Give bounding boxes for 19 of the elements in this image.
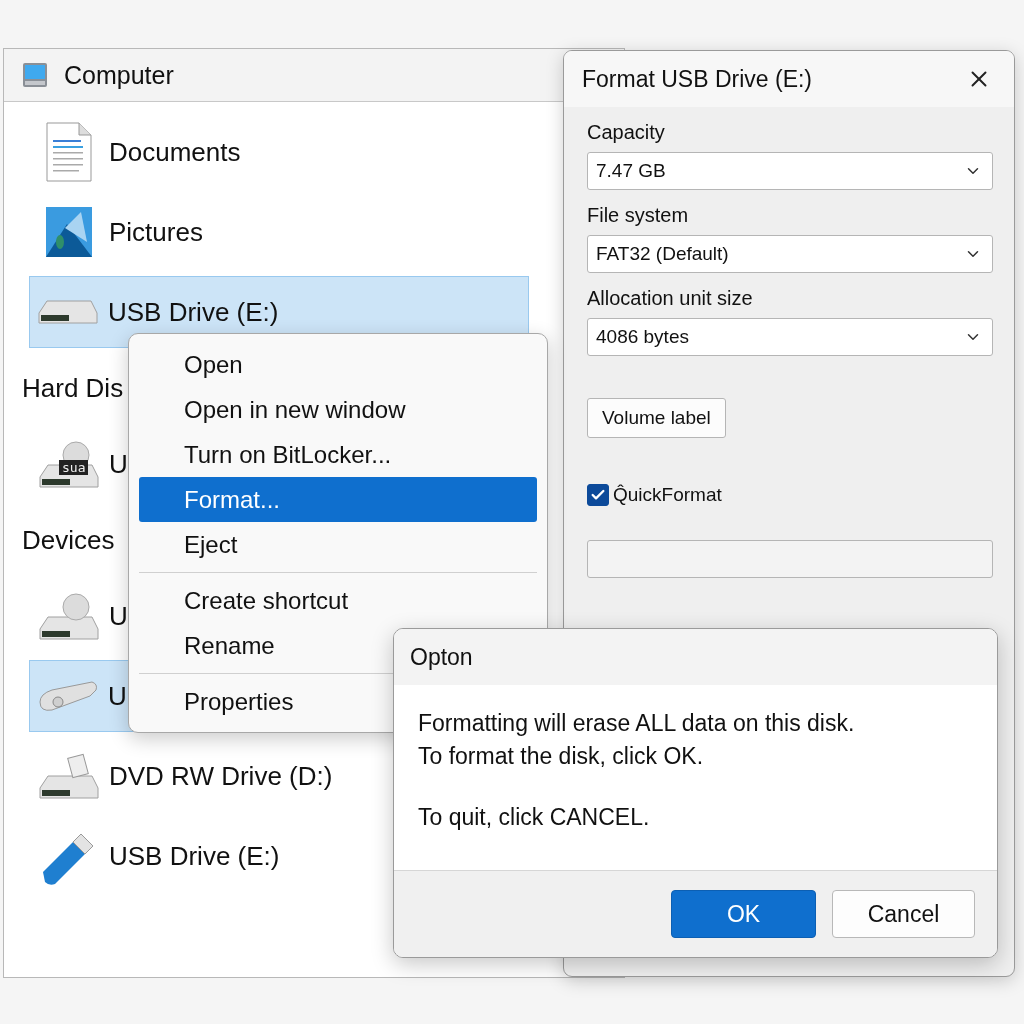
field-label: Allocation unit size (587, 287, 754, 310)
item-label: USB Drive (E:) (108, 296, 279, 328)
item-label: U (108, 680, 127, 712)
item-label: DVD RW Drive (D:) (109, 760, 333, 792)
section-header: Devices (22, 523, 115, 557)
item-label: Documents (109, 136, 241, 168)
window-title: Computer (64, 60, 174, 90)
message-text: Formatting will erase ALL data on this disk. To format the disk, click OK. (418, 709, 856, 771)
item-label: USB Drive (E:) (109, 840, 280, 872)
dialog-title: Opton (410, 643, 473, 671)
dialog-title: Format USB Drive (E:) (582, 65, 813, 93)
drive-badge: sua (59, 460, 89, 475)
item-label: Pictures (109, 216, 203, 248)
field-label: File system (587, 204, 690, 227)
section-header: Hard Dis (22, 371, 124, 405)
message-text: To quit, click CANCEL. (418, 803, 651, 832)
item-label: U (109, 600, 128, 632)
field-label: Capacity (587, 121, 666, 144)
item-label: U (109, 448, 128, 480)
